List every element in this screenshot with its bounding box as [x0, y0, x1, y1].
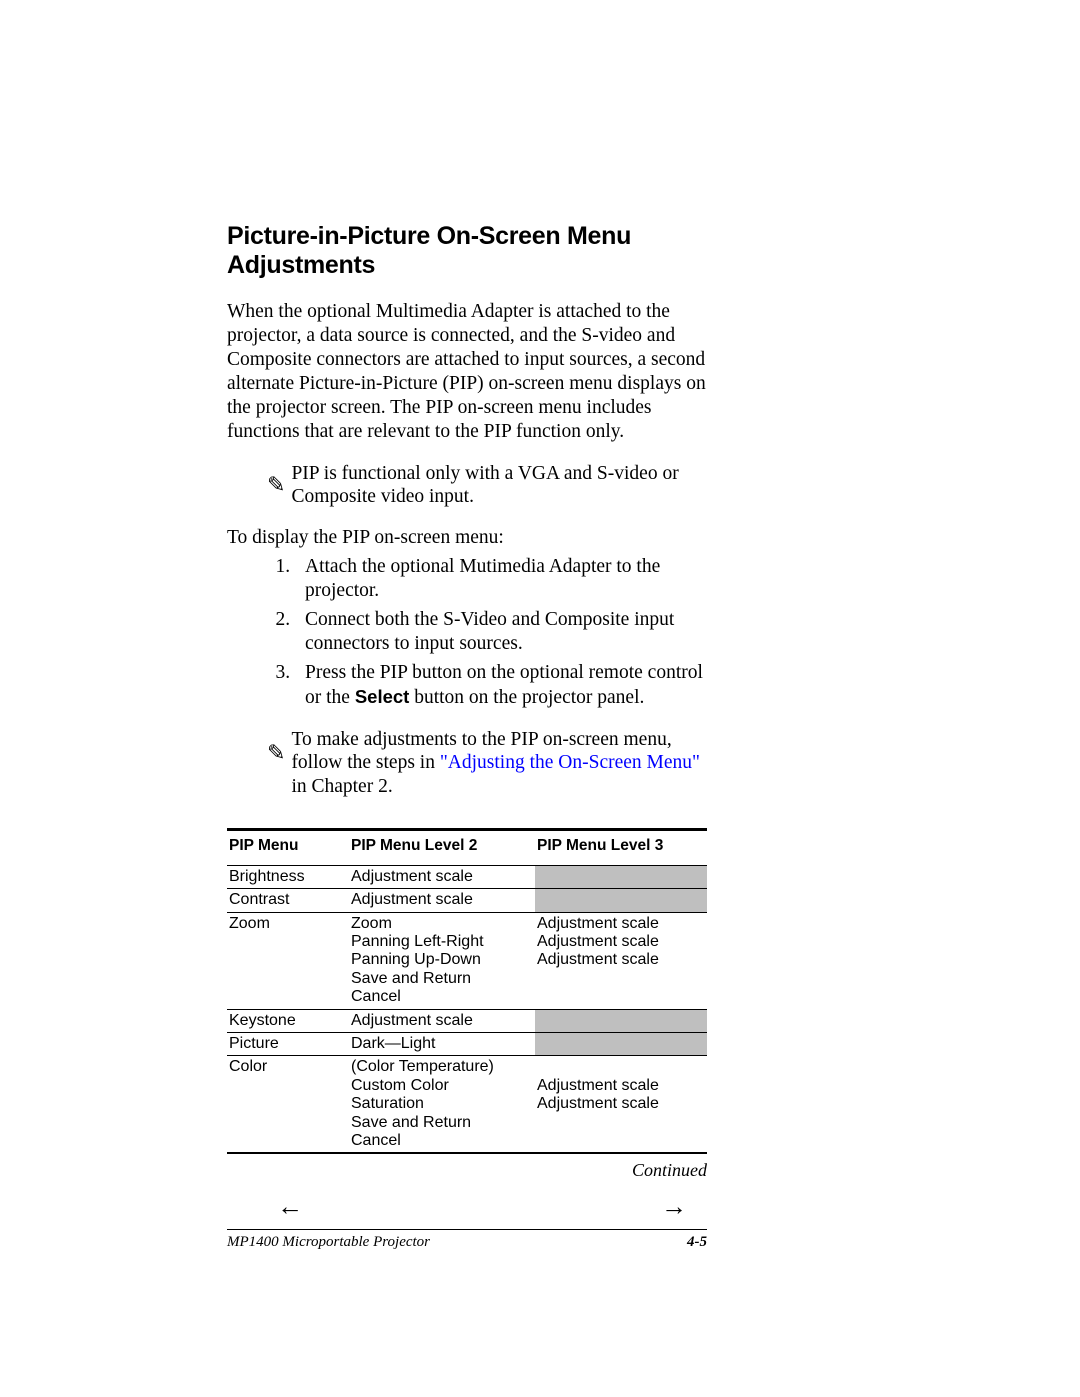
steps-lead: To display the PIP on-screen menu:	[227, 527, 707, 549]
note-pip-inputs: ✎ PIP is functional only with a VGA and …	[267, 462, 707, 509]
page-heading: Picture-in-Picture On-Screen Menu Adjust…	[227, 222, 707, 280]
intro-paragraph: When the optional Multimedia Adapter is …	[227, 300, 707, 444]
step-3: Press the PIP button on the optional rem…	[295, 661, 707, 709]
cell: Adjustment scale	[349, 889, 535, 912]
cell: Picture	[227, 1033, 349, 1056]
step-3-part-c: button on the projector panel.	[409, 687, 644, 708]
cell: Adjustment scale	[349, 865, 535, 888]
footer-page-number: 4-5	[687, 1234, 707, 1251]
cell: Color	[227, 1056, 349, 1153]
steps-list: Attach the optional Mutimedia Adapter to…	[227, 555, 707, 710]
cell: Zoom	[227, 912, 349, 1009]
note-adjust-ref: ✎ To make adjustments to the PIP on-scre…	[267, 728, 707, 798]
note-icon: ✎	[267, 742, 285, 764]
cell-shaded	[535, 1009, 707, 1032]
cell: (Color Temperature) Custom Color Saturat…	[349, 1056, 535, 1153]
cell-shaded	[535, 865, 707, 888]
note2-text: To make adjustments to the PIP on-screen…	[291, 728, 707, 798]
table-row: Keystone Adjustment scale	[227, 1009, 707, 1032]
cell: Contrast	[227, 889, 349, 912]
note2-part-b: in Chapter 2.	[291, 776, 392, 797]
table-row: Picture Dark—Light	[227, 1033, 707, 1056]
cell-shaded	[535, 1033, 707, 1056]
link-adjusting-menu[interactable]: "Adjusting the On-Screen Menu"	[440, 752, 700, 773]
arrow-left-icon[interactable]: ←	[277, 1191, 303, 1222]
cell: Adjustment scale	[349, 1009, 535, 1032]
th-level-3: PIP Menu Level 3	[535, 829, 707, 865]
page-nav: ← →	[227, 1189, 707, 1225]
footer-product: MP1400 Microportable Projector	[227, 1234, 430, 1251]
note-icon: ✎	[267, 474, 285, 496]
note-text: PIP is functional only with a VGA and S-…	[291, 462, 707, 509]
th-level-2: PIP Menu Level 2	[349, 829, 535, 865]
cell: Dark—Light	[349, 1033, 535, 1056]
table-continued-label: Continued	[227, 1160, 707, 1181]
table-row: Color (Color Temperature) Custom Color S…	[227, 1056, 707, 1153]
cell: Zoom Panning Left-Right Panning Up-Down …	[349, 912, 535, 1009]
table-row: Zoom Zoom Panning Left-Right Panning Up-…	[227, 912, 707, 1009]
step-2: Connect both the S-Video and Composite i…	[295, 608, 707, 656]
step-1: Attach the optional Mutimedia Adapter to…	[295, 555, 707, 603]
step-3-select-label: Select	[355, 686, 410, 707]
cell-shaded	[535, 889, 707, 912]
th-pip-menu: PIP Menu	[227, 829, 349, 865]
cell: Keystone	[227, 1009, 349, 1032]
page-footer: MP1400 Microportable Projector 4-5	[227, 1229, 707, 1251]
table-row: Brightness Adjustment scale	[227, 865, 707, 888]
cell: Adjustment scale Adjustment scale	[535, 1056, 707, 1153]
arrow-right-icon[interactable]: →	[661, 1191, 687, 1222]
page-root: Picture-in-Picture On-Screen Menu Adjust…	[0, 0, 1080, 1397]
pip-menu-table: PIP Menu PIP Menu Level 2 PIP Menu Level…	[227, 828, 707, 1154]
table-row: Contrast Adjustment scale	[227, 889, 707, 912]
cell: Brightness	[227, 865, 349, 888]
content: Picture-in-Picture On-Screen Menu Adjust…	[227, 222, 707, 798]
cell: Adjustment scale Adjustment scale Adjust…	[535, 912, 707, 1009]
table-header-row: PIP Menu PIP Menu Level 2 PIP Menu Level…	[227, 829, 707, 865]
